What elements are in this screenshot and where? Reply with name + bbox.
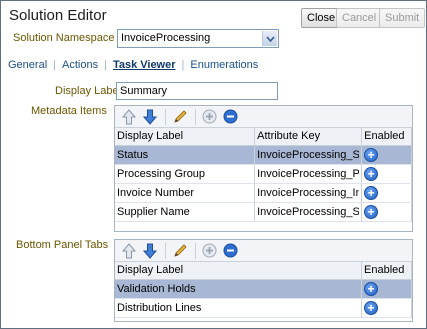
attribute-key-text: InvoiceProcessing_St: [257, 148, 360, 161]
arrow-down-icon[interactable]: [140, 108, 159, 126]
tab-separator: |: [53, 59, 56, 71]
chevron-down-icon[interactable]: [262, 31, 277, 46]
plus-circle-icon[interactable]: +: [364, 147, 379, 162]
row-display-label: Validation Holds: [115, 279, 362, 299]
row-enabled: +: [361, 145, 412, 165]
plus-circle-icon[interactable]: +: [364, 166, 379, 181]
solution-editor-window: Solution Editor Close Cancel Submit Solu…: [0, 0, 427, 329]
column-header-display-label[interactable]: Display Label: [115, 262, 362, 280]
table-row[interactable]: Status InvoiceProcessing_St +: [115, 145, 412, 165]
row-attribute-key: InvoiceProcessing_Su: [254, 202, 363, 222]
row-display-label: Supplier Name: [115, 202, 256, 222]
attribute-key-text: InvoiceProcessing_Pr: [257, 167, 360, 180]
add-icon[interactable]: [200, 108, 219, 126]
table-row[interactable]: Validation Holds +: [115, 279, 412, 299]
bottom-panel-tabs-label: Bottom Panel Tabs: [16, 239, 109, 251]
table-row[interactable]: Invoice Number InvoiceProcessing_In +: [115, 183, 412, 203]
column-header-enabled[interactable]: Enabled: [361, 262, 412, 280]
arrow-up-icon[interactable]: [119, 108, 138, 126]
metadata-table: Display Label Attribute Key Enabled Stat…: [115, 128, 412, 222]
add-icon[interactable]: [200, 242, 219, 260]
pencil-icon[interactable]: [170, 242, 189, 260]
row-attribute-key: InvoiceProcessing_St: [254, 145, 363, 165]
page-title: Solution Editor: [9, 7, 107, 24]
row-attribute-key: InvoiceProcessing_In: [254, 183, 363, 203]
display-label-label: Display Label: [55, 85, 122, 97]
remove-icon[interactable]: [221, 108, 240, 126]
metadata-toolbar: [115, 106, 412, 128]
cancel-button[interactable]: Cancel: [336, 8, 383, 28]
namespace-label: Solution Namespace: [13, 32, 115, 44]
row-display-label: Distribution Lines: [115, 298, 362, 318]
table-row[interactable]: Distribution Lines +: [115, 298, 412, 318]
namespace-value: InvoiceProcessing: [121, 32, 211, 44]
tab-general[interactable]: General: [8, 59, 47, 71]
remove-icon[interactable]: [221, 242, 240, 260]
plus-circle-icon[interactable]: +: [364, 185, 379, 200]
tab-separator: |: [181, 59, 185, 71]
metadata-items-panel: Display Label Attribute Key Enabled Stat…: [114, 105, 413, 232]
row-enabled: +: [361, 164, 412, 184]
tab-separator: |: [104, 59, 107, 71]
attribute-key-text: InvoiceProcessing_Su: [257, 205, 360, 218]
table-row[interactable]: Processing Group InvoiceProcessing_Pr +: [115, 164, 412, 184]
row-display-label: Invoice Number: [115, 183, 256, 203]
tab-enumerations[interactable]: Enumerations: [190, 59, 258, 71]
bottom-tabs-table: Display Label Enabled Validation Holds +…: [115, 262, 412, 318]
table-header-row: Display Label Enabled: [115, 262, 412, 280]
row-enabled: +: [361, 202, 412, 222]
arrow-down-icon[interactable]: [140, 242, 159, 260]
metadata-items-label: Metadata Items: [31, 105, 107, 117]
display-label-input[interactable]: [116, 82, 278, 100]
pencil-icon[interactable]: [170, 108, 189, 126]
row-enabled: +: [361, 298, 412, 318]
table-row[interactable]: Supplier Name InvoiceProcessing_Su +: [115, 202, 412, 222]
tab-task-viewer[interactable]: Task Viewer: [113, 59, 176, 71]
toolbar-separator: [165, 242, 166, 259]
row-enabled: +: [361, 183, 412, 203]
bottom-tabs-toolbar: [115, 240, 412, 262]
toolbar-separator: [165, 108, 166, 125]
arrow-up-icon[interactable]: [119, 242, 138, 260]
toolbar-separator: [195, 242, 196, 259]
namespace-select[interactable]: InvoiceProcessing: [117, 29, 279, 48]
column-header-attribute-key[interactable]: Attribute Key: [254, 128, 363, 146]
submit-button[interactable]: Submit: [379, 8, 426, 28]
tab-bar: General | Actions | Task Viewer | Enumer…: [8, 59, 258, 71]
plus-circle-icon[interactable]: +: [364, 204, 379, 219]
column-header-display-label[interactable]: Display Label: [115, 128, 256, 146]
tab-actions[interactable]: Actions: [62, 59, 98, 71]
plus-circle-icon[interactable]: +: [364, 300, 378, 315]
row-display-label: Status: [115, 145, 256, 165]
column-header-enabled[interactable]: Enabled: [361, 128, 412, 146]
row-display-label: Processing Group: [115, 164, 256, 184]
toolbar-separator: [195, 108, 196, 125]
bottom-panel-tabs-panel: Display Label Enabled Validation Holds +…: [114, 239, 413, 322]
row-attribute-key: InvoiceProcessing_Pr: [254, 164, 363, 184]
plus-circle-icon[interactable]: +: [364, 281, 378, 296]
row-enabled: +: [361, 279, 412, 299]
attribute-key-text: InvoiceProcessing_In: [257, 186, 360, 199]
table-header-row: Display Label Attribute Key Enabled: [115, 128, 412, 146]
